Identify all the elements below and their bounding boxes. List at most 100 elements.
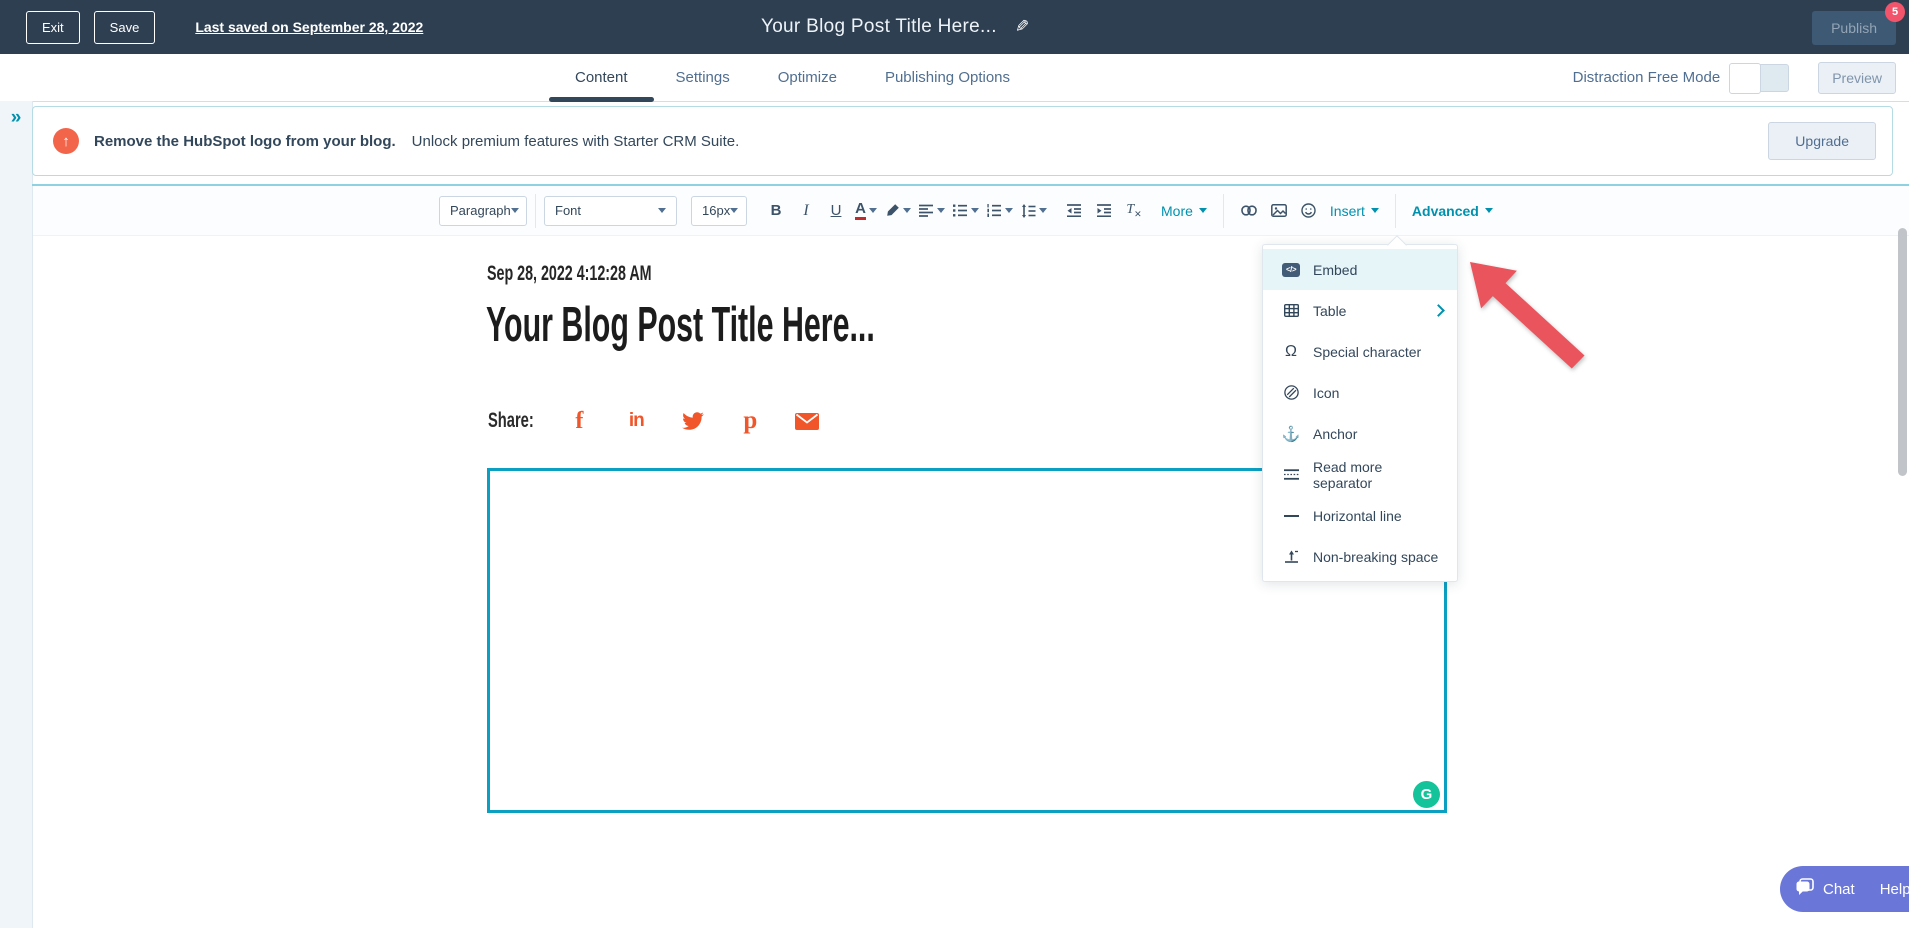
chevron-down-icon <box>869 208 877 213</box>
toolbar-divider <box>535 194 536 228</box>
align-icon <box>919 204 934 217</box>
underline-icon: U <box>831 202 842 219</box>
up-arrow-circle-icon: ↑ <box>53 128 79 154</box>
menu-item-label: Horizontal line <box>1313 508 1402 524</box>
tab-content[interactable]: Content <box>575 54 628 101</box>
menu-item-table[interactable]: Table <box>1263 290 1457 331</box>
collapsed-sidebar-strip: » <box>0 101 33 928</box>
font-color-icon: A <box>855 201 866 220</box>
font-size-select[interactable]: 16px <box>691 196 747 226</box>
menu-item-label: Icon <box>1313 385 1339 401</box>
insert-menu-button[interactable]: Insert <box>1324 203 1385 219</box>
chevron-down-icon <box>1039 208 1047 213</box>
share-icons: f in p <box>567 407 819 435</box>
menu-item-horizontal-line[interactable]: Horizontal line <box>1263 495 1457 536</box>
exit-button[interactable]: Exit <box>26 11 80 44</box>
image-icon <box>1271 204 1287 217</box>
save-button[interactable]: Save <box>94 11 156 44</box>
pinterest-icon[interactable]: p <box>738 407 762 435</box>
toggle-knob <box>1729 63 1761 94</box>
font-color-button[interactable]: A <box>851 196 881 226</box>
upgrade-button[interactable]: Upgrade <box>1768 122 1876 160</box>
grammarly-icon[interactable]: G <box>1413 781 1440 808</box>
submenu-chevron-icon <box>1432 304 1445 317</box>
outdent-button[interactable] <box>1059 196 1089 226</box>
menu-item-anchor[interactable]: ⚓ Anchor <box>1263 413 1457 454</box>
clear-formatting-button[interactable]: T✕ <box>1119 196 1149 226</box>
more-menu-button[interactable]: More <box>1155 203 1213 219</box>
menu-item-non-breaking-space[interactable]: Non-breaking space <box>1263 536 1457 577</box>
publish-badge: 5 <box>1885 2 1905 22</box>
bullet-list-button[interactable] <box>949 196 983 226</box>
linkedin-icon[interactable]: in <box>624 410 648 432</box>
image-button[interactable] <box>1264 196 1294 226</box>
advanced-label: Advanced <box>1412 203 1479 219</box>
post-title-header: Your Blog Post Title Here... ✎ <box>761 0 1029 54</box>
menu-item-label: Table <box>1313 303 1346 319</box>
font-size-value: 16px <box>702 203 730 218</box>
menu-item-icon[interactable]: Icon <box>1263 372 1457 413</box>
indent-button[interactable] <box>1089 196 1119 226</box>
publish-button[interactable]: Publish <box>1812 11 1896 45</box>
tab-publishing-options[interactable]: Publishing Options <box>885 54 1010 101</box>
twitter-icon[interactable] <box>681 412 705 430</box>
bullet-list-icon <box>953 204 968 217</box>
font-value: Font <box>555 203 581 218</box>
more-label: More <box>1161 203 1193 219</box>
read-more-separator-icon <box>1282 469 1300 480</box>
chevron-down-icon <box>511 208 519 213</box>
chevron-down-icon <box>1371 208 1379 213</box>
outdent-icon <box>1067 204 1082 217</box>
line-spacing-button[interactable] <box>1017 196 1051 226</box>
chevron-down-icon <box>1485 208 1493 213</box>
expand-sidebar-icon[interactable]: » <box>11 108 22 127</box>
chevron-down-icon <box>937 208 945 213</box>
post-date: Sep 28, 2022 4:12:28 AM <box>487 262 652 286</box>
highlight-color-button[interactable] <box>881 196 915 226</box>
font-select[interactable]: Font <box>544 196 677 226</box>
advanced-menu-button[interactable]: Advanced <box>1406 203 1499 219</box>
menu-item-embed[interactable]: </> Embed <box>1263 249 1457 290</box>
numbered-list-button[interactable] <box>983 196 1017 226</box>
italic-button[interactable]: I <box>791 196 821 226</box>
last-saved-link[interactable]: Last saved on September 28, 2022 <box>195 19 423 35</box>
formatting-toolbar: Paragraph Font 16px B I U A <box>33 186 1909 236</box>
distraction-free-mode-label: Distraction Free Mode <box>1573 69 1721 86</box>
help-button[interactable]: Help <box>1867 866 1909 912</box>
post-title[interactable]: Your Blog Post Title Here... <box>486 297 875 353</box>
publish-area: Publish 5 <box>1812 11 1896 45</box>
tab-bar-right: Distraction Free Mode Preview <box>1573 54 1896 101</box>
horizontal-line-icon <box>1282 514 1300 518</box>
menu-item-label: Read more separator <box>1313 459 1443 491</box>
underline-button[interactable]: U <box>821 196 851 226</box>
tab-optimize[interactable]: Optimize <box>778 54 837 101</box>
chat-button[interactable]: Chat <box>1780 866 1855 912</box>
paragraph-style-select[interactable]: Paragraph <box>439 196 527 226</box>
menu-item-label: Embed <box>1313 262 1357 278</box>
chevron-down-icon <box>903 208 911 213</box>
top-bar: Exit Save Last saved on September 28, 20… <box>0 0 1909 54</box>
header-post-title: Your Blog Post Title Here... <box>761 16 997 38</box>
menu-item-special-character[interactable]: Ω Special character <box>1263 331 1457 372</box>
menu-item-read-more-separator[interactable]: Read more separator <box>1263 454 1457 495</box>
tab-settings[interactable]: Settings <box>676 54 730 101</box>
align-button[interactable] <box>915 196 949 226</box>
toolbar-divider <box>1223 194 1224 228</box>
insert-label: Insert <box>1330 203 1365 219</box>
chat-help-widget: Chat Help <box>1780 866 1909 912</box>
table-icon <box>1282 304 1300 317</box>
bold-button[interactable]: B <box>761 196 791 226</box>
facebook-icon[interactable]: f <box>567 408 591 435</box>
edit-pencil-icon[interactable]: ✎ <box>1015 17 1029 37</box>
emoji-button[interactable] <box>1294 196 1324 226</box>
chevron-down-icon <box>730 208 738 213</box>
scrollbar-thumb[interactable] <box>1898 228 1907 476</box>
tabs: Content Settings Optimize Publishing Opt… <box>575 54 1010 101</box>
menu-item-label: Special character <box>1313 344 1421 360</box>
distraction-free-mode-toggle[interactable] <box>1729 64 1789 92</box>
preview-button[interactable]: Preview <box>1818 62 1896 94</box>
clear-formatting-icon: T✕ <box>1126 202 1141 220</box>
paragraph-style-value: Paragraph <box>450 203 511 218</box>
link-button[interactable] <box>1234 196 1264 226</box>
email-icon[interactable] <box>795 413 819 430</box>
